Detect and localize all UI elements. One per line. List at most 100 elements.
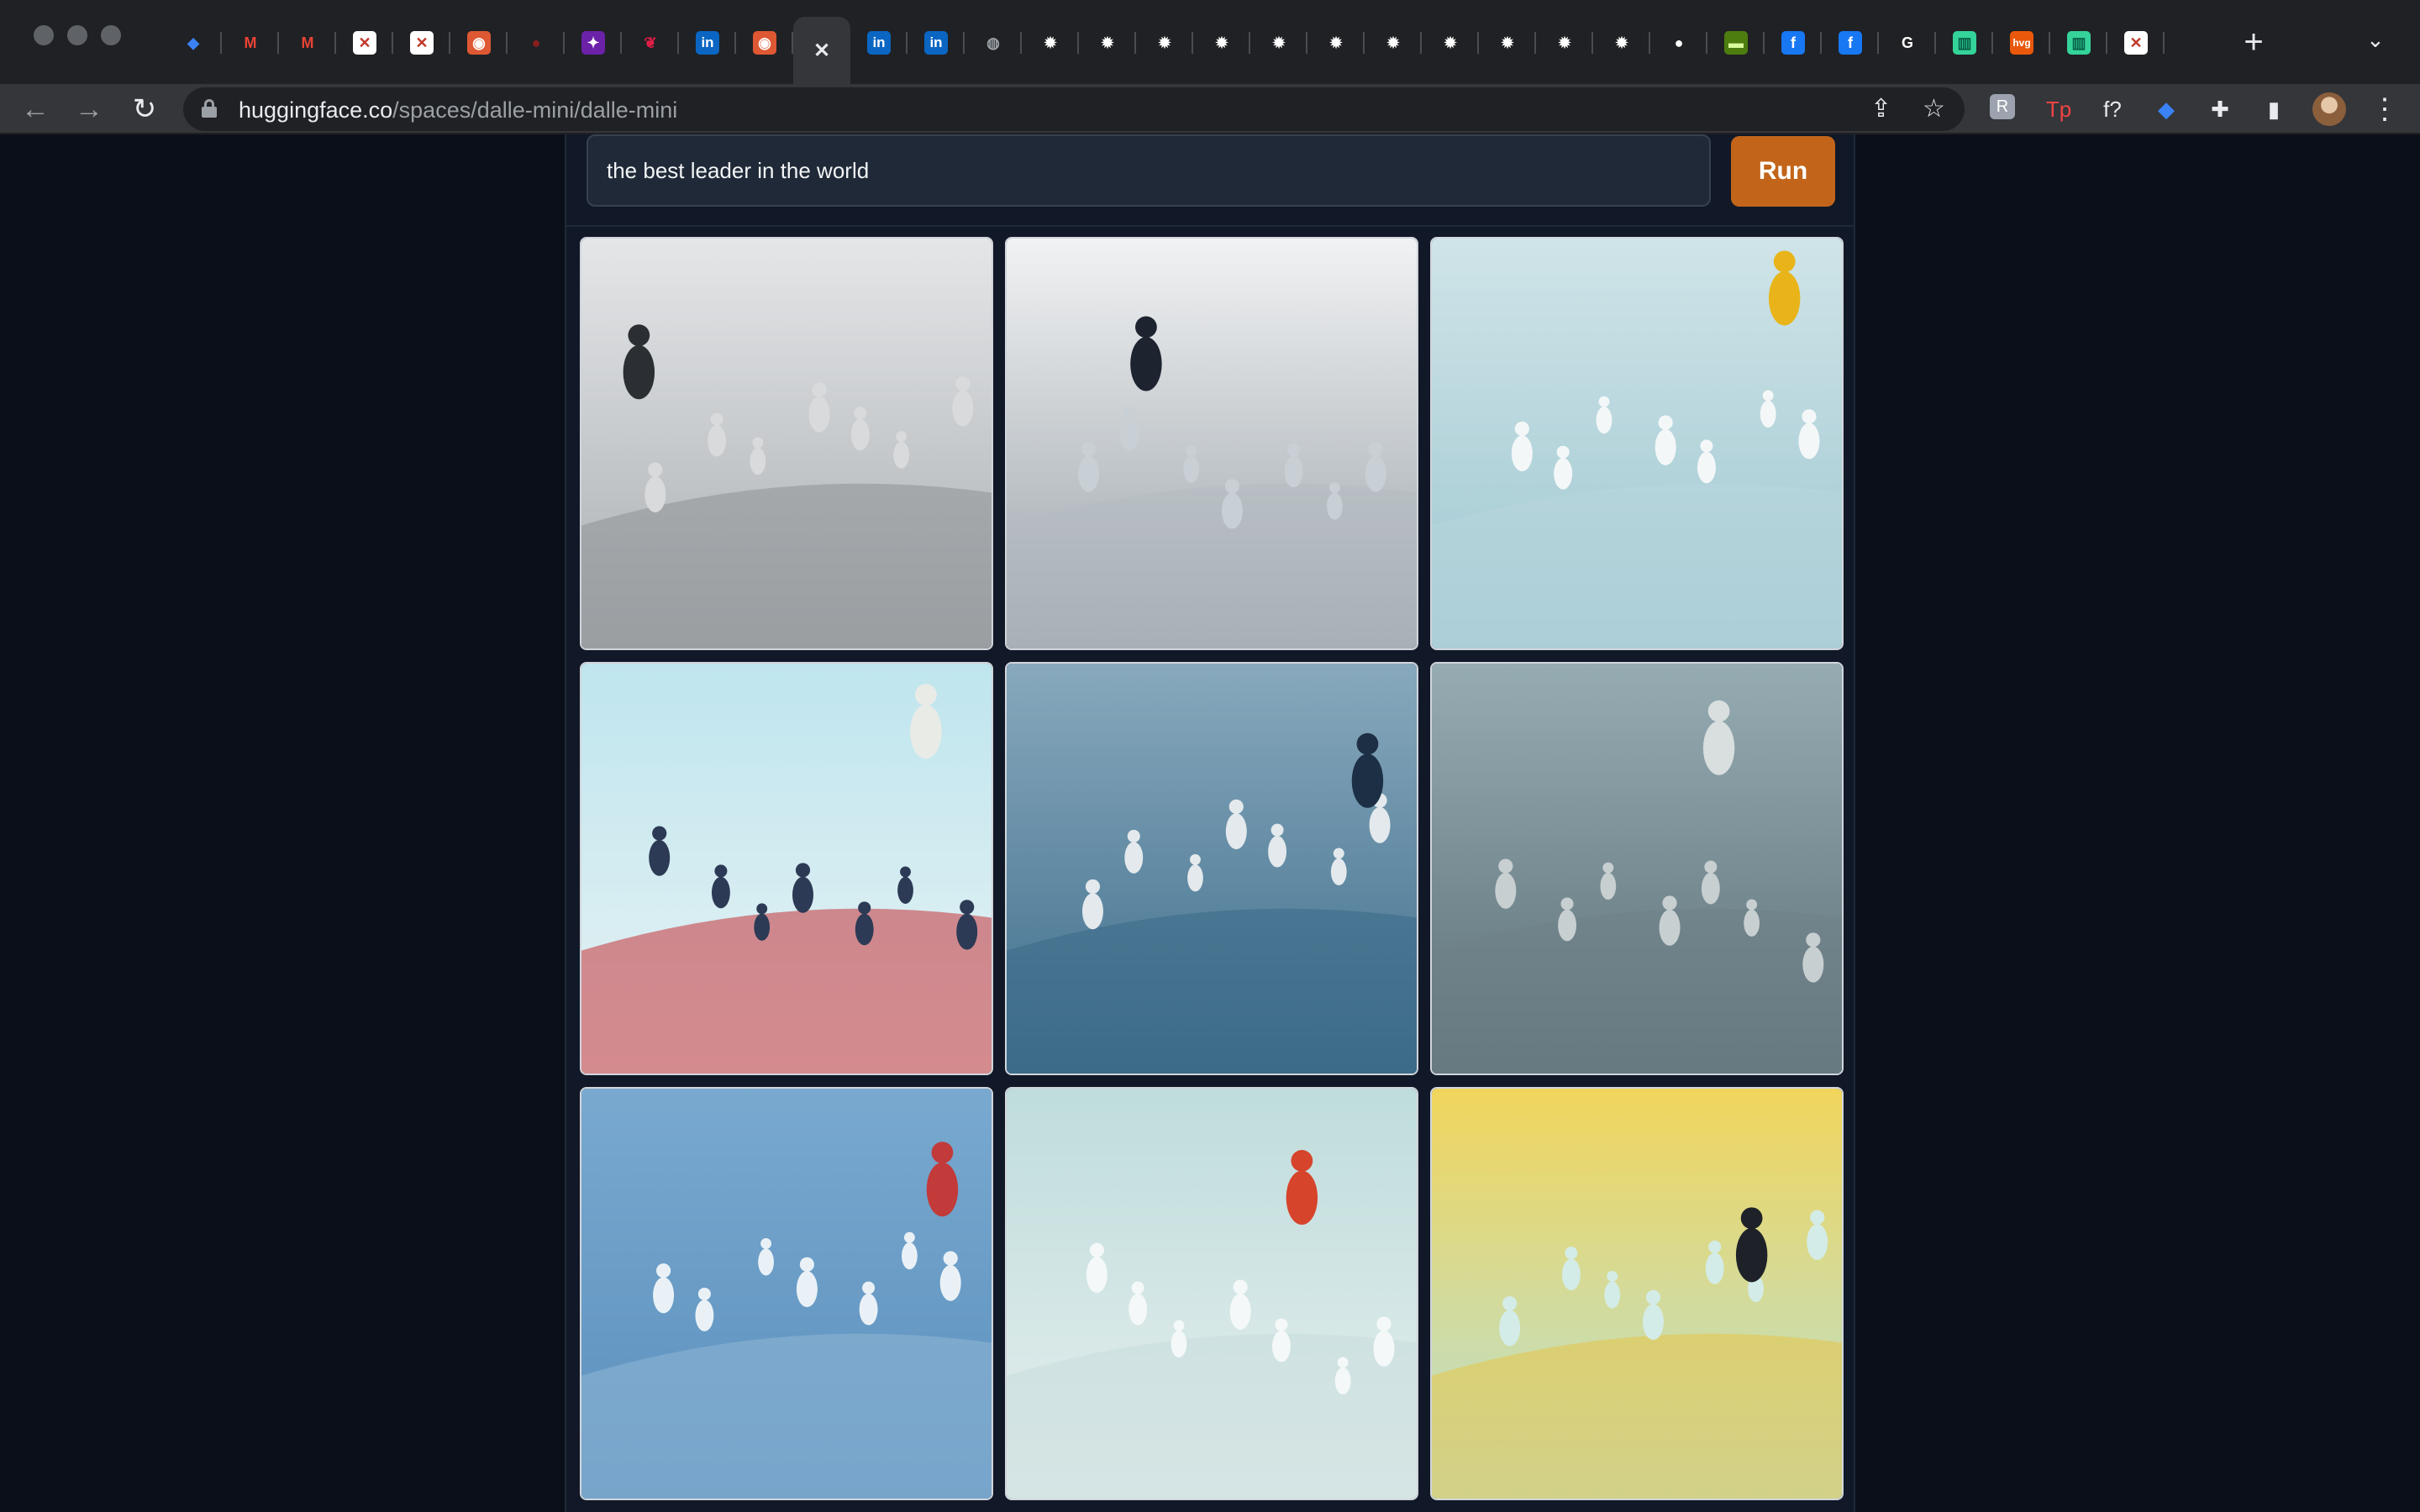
lock-icon[interactable] [202, 99, 217, 118]
address-host: huggingface.co [239, 97, 393, 123]
tab[interactable]: ✹ [1136, 17, 1193, 69]
image-canvas [1007, 664, 1417, 1074]
sapphire-gem-icon[interactable]: ◆ [2151, 94, 2181, 124]
tab[interactable]: ✕ [393, 17, 450, 69]
stroke-app-icon: ✕ [2124, 31, 2148, 55]
tab[interactable]: in [679, 17, 736, 69]
green-bars-icon: ▥ [2067, 31, 2091, 55]
tab[interactable]: ✹ [1479, 17, 1536, 69]
image-canvas [1432, 239, 1842, 648]
tab[interactable]: ✹ [1422, 17, 1479, 69]
prompt-row: Run [566, 134, 1854, 227]
tab[interactable]: in [850, 17, 908, 69]
tab[interactable]: ▬ [1707, 17, 1765, 69]
tab[interactable]: in [908, 17, 965, 69]
tab[interactable]: ✕ [336, 17, 393, 69]
facebook-icon: f [1781, 31, 1805, 55]
run-button[interactable]: Run [1731, 136, 1835, 207]
gear-icon: ✹ [1610, 31, 1634, 55]
tab[interactable]: ● [1650, 17, 1707, 69]
linkedin-icon: in [696, 31, 719, 55]
puzzle-extensions-icon[interactable]: ✚ [2205, 94, 2235, 124]
linkedin-icon: in [867, 31, 891, 55]
tab[interactable]: ◉ [736, 17, 793, 69]
tab[interactable]: ✹ [1307, 17, 1365, 69]
generated-image-9[interactable] [1430, 1087, 1844, 1500]
gear-icon: ✹ [1496, 31, 1519, 55]
maximize-window-button[interactable] [101, 25, 121, 45]
hvg-icon: hvg [2010, 31, 2033, 55]
tab[interactable]: ✹ [1022, 17, 1079, 69]
address-url[interactable]: huggingface.co/spaces/dalle-mini/dalle-m… [239, 97, 677, 123]
tab[interactable]: ▥ [1936, 17, 1993, 69]
tab[interactable]: M [222, 17, 279, 69]
grammarly-r-icon[interactable]: R [1990, 94, 2015, 119]
back-button[interactable]: ← [17, 91, 54, 128]
tab[interactable]: f [1765, 17, 1822, 69]
prompt-input[interactable] [587, 134, 1711, 207]
tab[interactable]: ✦ [565, 17, 622, 69]
tab[interactable]: G [1879, 17, 1936, 69]
tab[interactable]: ✹ [1079, 17, 1136, 69]
tab-strip: ◆ M M ✕ ✕ ◉ ● ✦ ❦ in ◉ ✕ in in ◍ ✹ ✹ ✹ ✹ ✹ ✹ ✹ ✹ ✹ ✹ ✹ ● ▬ f f G ▥ hvg ▥ ✕… [0, 0, 2420, 84]
formula-icon[interactable]: f? [2097, 94, 2128, 124]
generated-image-7[interactable] [580, 1087, 993, 1500]
new-tab-button[interactable]: + [2235, 25, 2272, 62]
forward-button[interactable]: → [71, 91, 108, 128]
browser-menu-icon[interactable]: ⋮ [2366, 91, 2403, 128]
tab-active[interactable]: ✕ [793, 17, 850, 84]
tab[interactable]: ✹ [1193, 17, 1250, 69]
address-bar[interactable]: huggingface.co/spaces/dalle-mini/dalle-m… [183, 87, 1965, 131]
tab[interactable]: ▥ [2050, 17, 2107, 69]
profile-avatar[interactable] [2312, 92, 2346, 126]
facebook-icon: f [1839, 31, 1862, 55]
tab[interactable]: ✹ [1250, 17, 1307, 69]
generated-image-2[interactable] [1005, 237, 1418, 650]
tab[interactable]: ✹ [1365, 17, 1422, 69]
tab-search-chevron-icon[interactable]: ⌄ [2366, 27, 2385, 53]
minimize-window-button[interactable] [67, 25, 87, 45]
stroke-app-icon: ✕ [353, 31, 376, 55]
reload-button[interactable]: ↻ [126, 91, 163, 128]
close-window-button[interactable] [34, 25, 54, 45]
app-panel: Run [565, 134, 1855, 1512]
tab[interactable]: ✹ [1593, 17, 1650, 69]
tab[interactable]: ✕ [2107, 17, 2165, 69]
bookmark-star-icon[interactable]: ☆ [1923, 96, 1945, 123]
tab[interactable]: M [279, 17, 336, 69]
red-dot-icon: ● [524, 31, 548, 55]
gear-icon: ✹ [1210, 31, 1234, 55]
green-card-icon: ▬ [1724, 31, 1748, 55]
generated-image-3[interactable] [1430, 237, 1844, 650]
tab[interactable]: hvg [1993, 17, 2050, 69]
linkedin-icon: in [924, 31, 948, 55]
tab[interactable]: f [1822, 17, 1879, 69]
image-canvas [1007, 1089, 1417, 1499]
image-canvas [1007, 239, 1417, 648]
close-tab-icon[interactable]: ✕ [810, 39, 834, 62]
share-icon[interactable]: ⇪ [1870, 96, 1891, 123]
gear-icon: ✹ [1381, 31, 1405, 55]
tab[interactable]: ◍ [965, 17, 1022, 69]
gear-icon: ✹ [1267, 31, 1291, 55]
image-canvas [581, 239, 992, 648]
generated-image-5[interactable] [1005, 662, 1418, 1075]
tab[interactable]: ◉ [450, 17, 508, 69]
side-panel-icon[interactable]: ▮ [2259, 94, 2289, 124]
generated-image-1[interactable] [580, 237, 993, 650]
generated-image-4[interactable] [580, 662, 993, 1075]
tab[interactable]: ● [508, 17, 565, 69]
generated-image-8[interactable] [1005, 1087, 1418, 1500]
tab[interactable]: ◆ [165, 17, 222, 69]
tab[interactable]: ❦ [622, 17, 679, 69]
gear-icon: ✹ [1553, 31, 1576, 55]
duckduckgo-icon: ◉ [753, 31, 776, 55]
address-path: /spaces/dalle-mini/dalle-mini [392, 97, 678, 123]
gmail-icon: M [296, 31, 319, 55]
generated-image-6[interactable] [1430, 662, 1844, 1075]
browser-toolbar: ← → ↻ huggingface.co/spaces/dalle-mini/d… [0, 84, 2420, 134]
tp-icon[interactable]: Tp [2044, 94, 2074, 124]
tab[interactable]: ✹ [1536, 17, 1593, 69]
purple-pin-icon: ✦ [581, 31, 605, 55]
gear-icon: ✹ [1039, 31, 1062, 55]
